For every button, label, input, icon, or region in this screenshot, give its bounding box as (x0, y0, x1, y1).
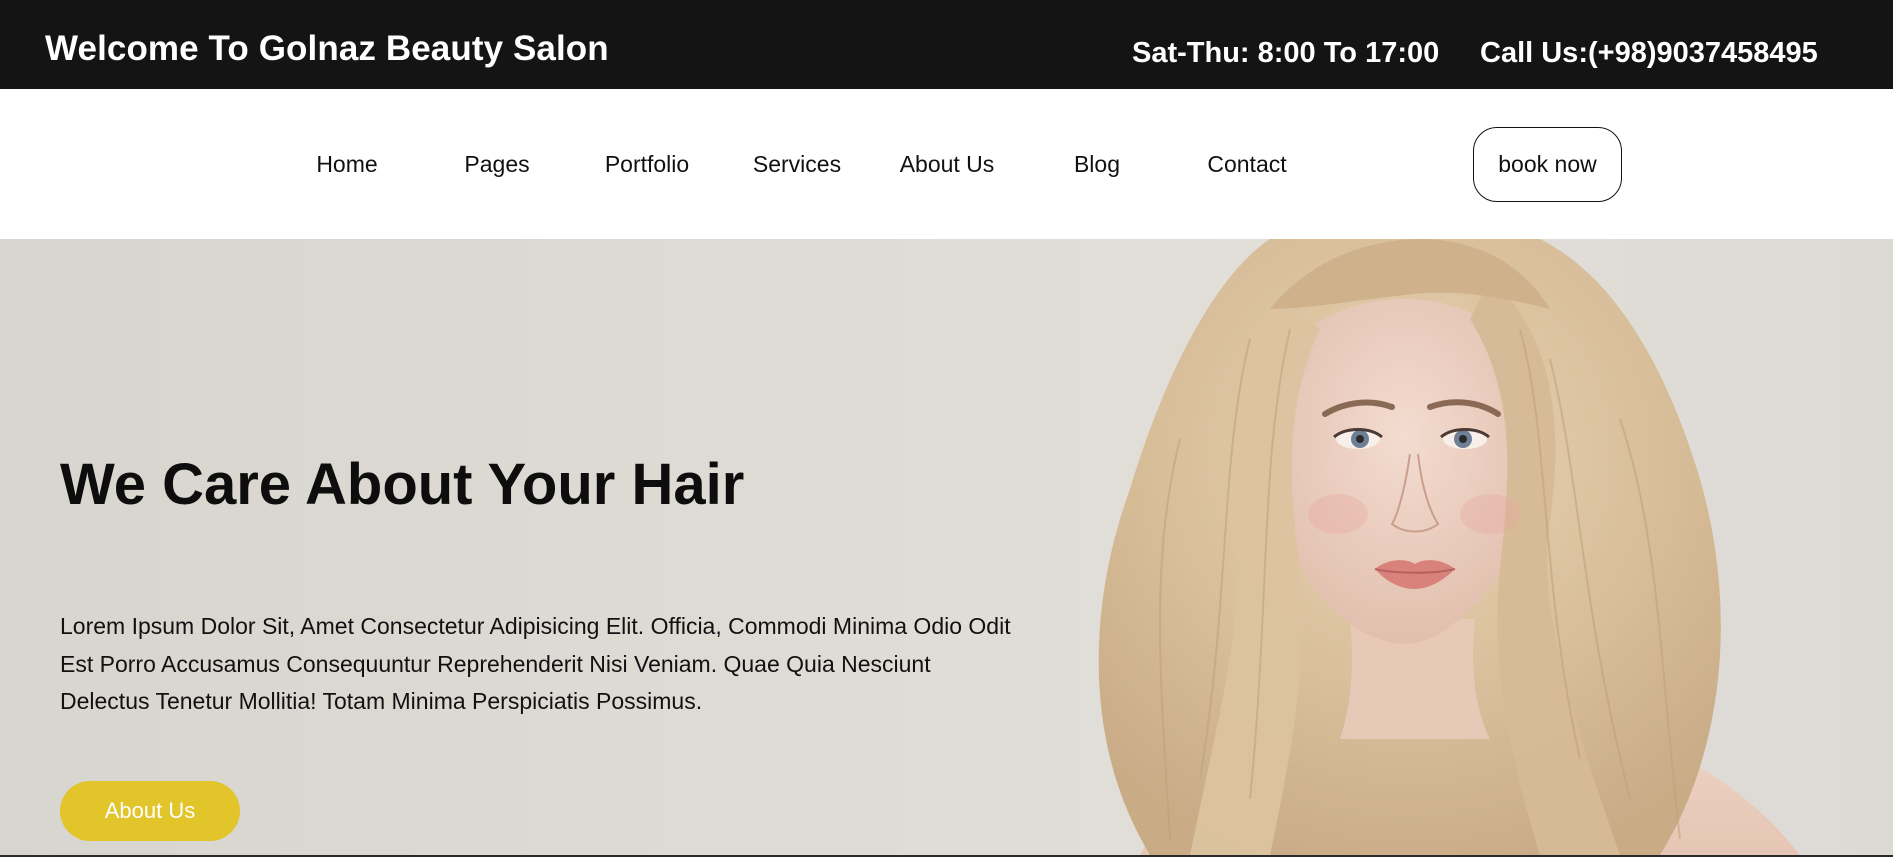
opening-hours: Sat-Thu: 8:00 To 17:00 (1132, 37, 1440, 69)
nav-item-home[interactable]: Home (272, 151, 422, 178)
main-navigation: Home Pages Portfolio Services About Us B… (0, 89, 1893, 239)
hero-description: Lorem Ipsum Dolor Sit, Amet Consectetur … (60, 613, 1011, 714)
hero-portrait-image (1098, 239, 1800, 855)
about-us-button[interactable]: About Us (60, 781, 240, 841)
nav-item-services[interactable]: Services (722, 151, 872, 178)
top-bar: Welcome To Golnaz Beauty Salon Sat-Thu: … (0, 0, 1893, 89)
nav-item-contact[interactable]: Contact (1172, 151, 1322, 178)
hero-section: We Care About Your Hair Lorem Ipsum Dolo… (0, 239, 1893, 855)
nav-item-pages[interactable]: Pages (422, 151, 572, 178)
nav-item-portfolio[interactable]: Portfolio (572, 151, 722, 178)
book-now-button[interactable]: book now (1473, 127, 1622, 202)
hero-title: We Care About Your Hair (60, 452, 745, 517)
welcome-title: Welcome To Golnaz Beauty Salon (45, 29, 609, 68)
nav-item-blog[interactable]: Blog (1022, 151, 1172, 178)
nav-item-about-us[interactable]: About Us (872, 151, 1022, 178)
phone-contact[interactable]: Call Us:(+98)9037458495 (1480, 37, 1818, 70)
